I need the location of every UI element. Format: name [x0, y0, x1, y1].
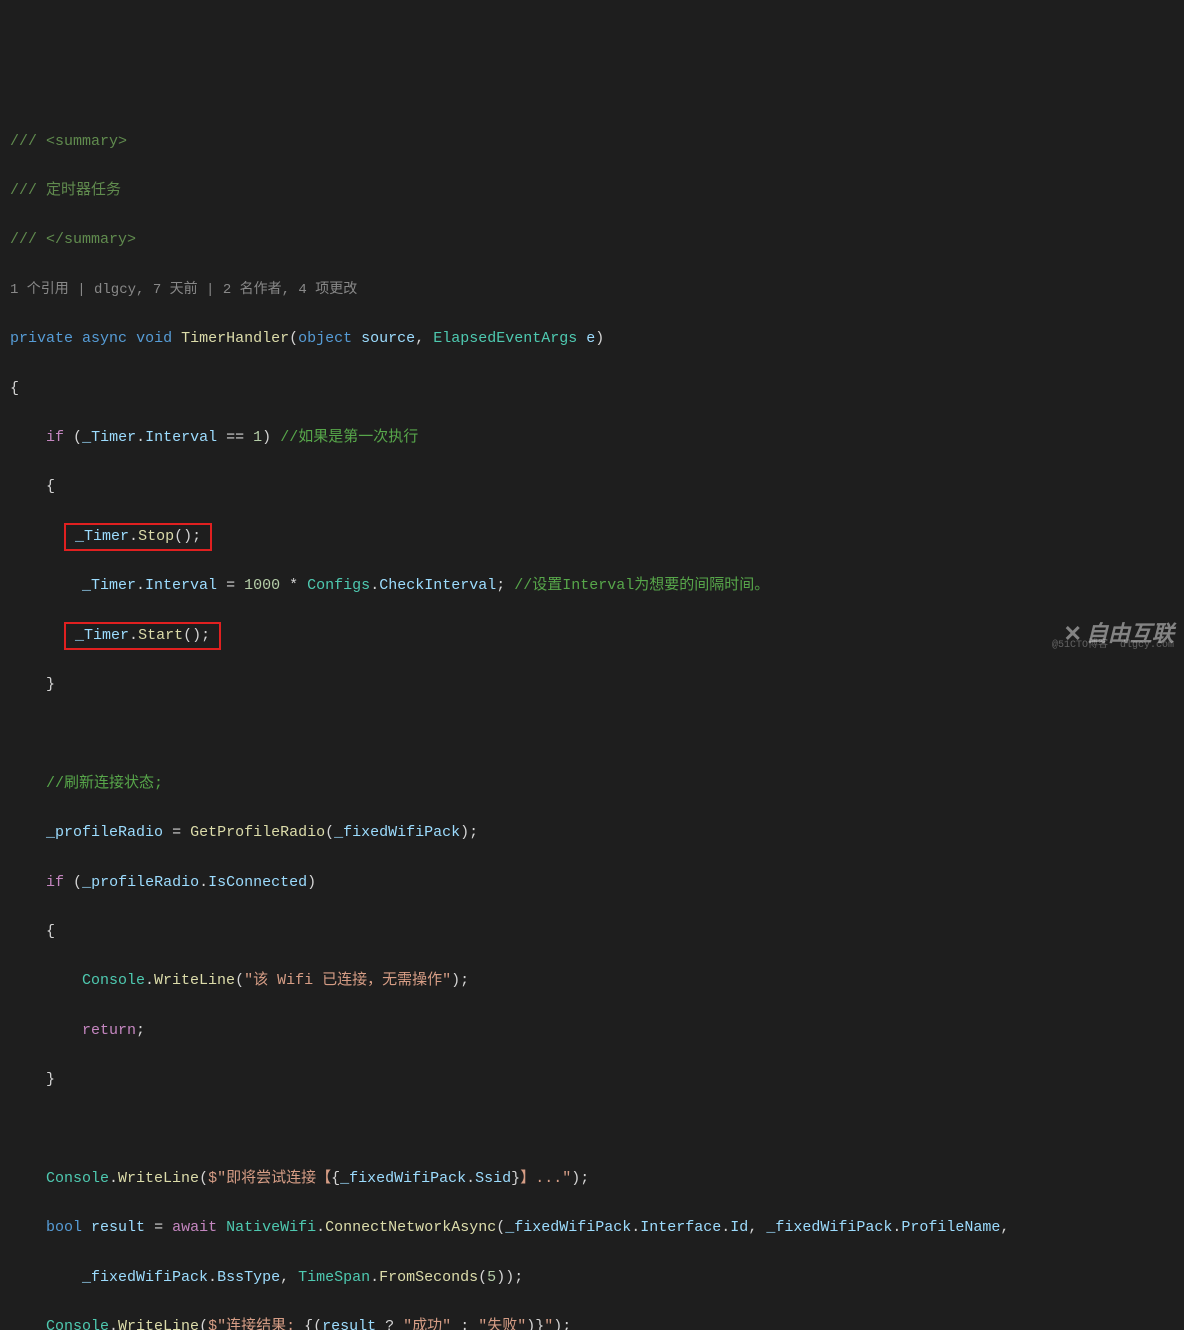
if-connected: if (_profileRadio.IsConnected) [10, 871, 1174, 896]
doc-comment: /// 定时器任务 [10, 182, 121, 199]
profile-radio-assign: _profileRadio = GetProfileRadio(_fixedWi… [10, 821, 1174, 846]
doc-comment: /// <summary> [10, 133, 127, 150]
console-writeline-result: Console.WriteLine($"连接结果: {(result ? "成功… [10, 1315, 1174, 1330]
connect-call: bool result = await NativeWifi.ConnectNe… [10, 1216, 1174, 1241]
comment-refresh: //刷新连接状态; [46, 775, 163, 792]
connect-call-cont: _fixedWifiPack.BssType, TimeSpan.FromSec… [10, 1266, 1174, 1291]
method-signature: private async void TimerHandler(object s… [10, 327, 1174, 352]
console-writeline-try: Console.WriteLine($"即将尝试连接【{_fixedWifiPa… [10, 1167, 1174, 1192]
doc-comment: /// </summary> [10, 231, 136, 248]
brace-open: { [10, 377, 1174, 402]
code-editor[interactable]: /// <summary> /// 定时器任务 /// </summary> 1… [10, 105, 1174, 1330]
return: return [82, 1022, 136, 1039]
highlight-stop: _Timer.Stop(); [64, 523, 212, 552]
codelens[interactable]: 1 个引用 | dlgcy, 7 天前 | 2 名作者, 4 项更改 [10, 278, 1174, 303]
console-writeline-connected: Console.WriteLine("该 Wifi 已连接，无需操作"); [10, 969, 1174, 994]
highlight-start: _Timer.Start(); [64, 622, 221, 651]
interval-assign: _Timer.Interval = 1000 * Configs.CheckIn… [10, 574, 1174, 599]
if-first-run: if (_Timer.Interval == 1) //如果是第一次执行 [10, 426, 1174, 451]
